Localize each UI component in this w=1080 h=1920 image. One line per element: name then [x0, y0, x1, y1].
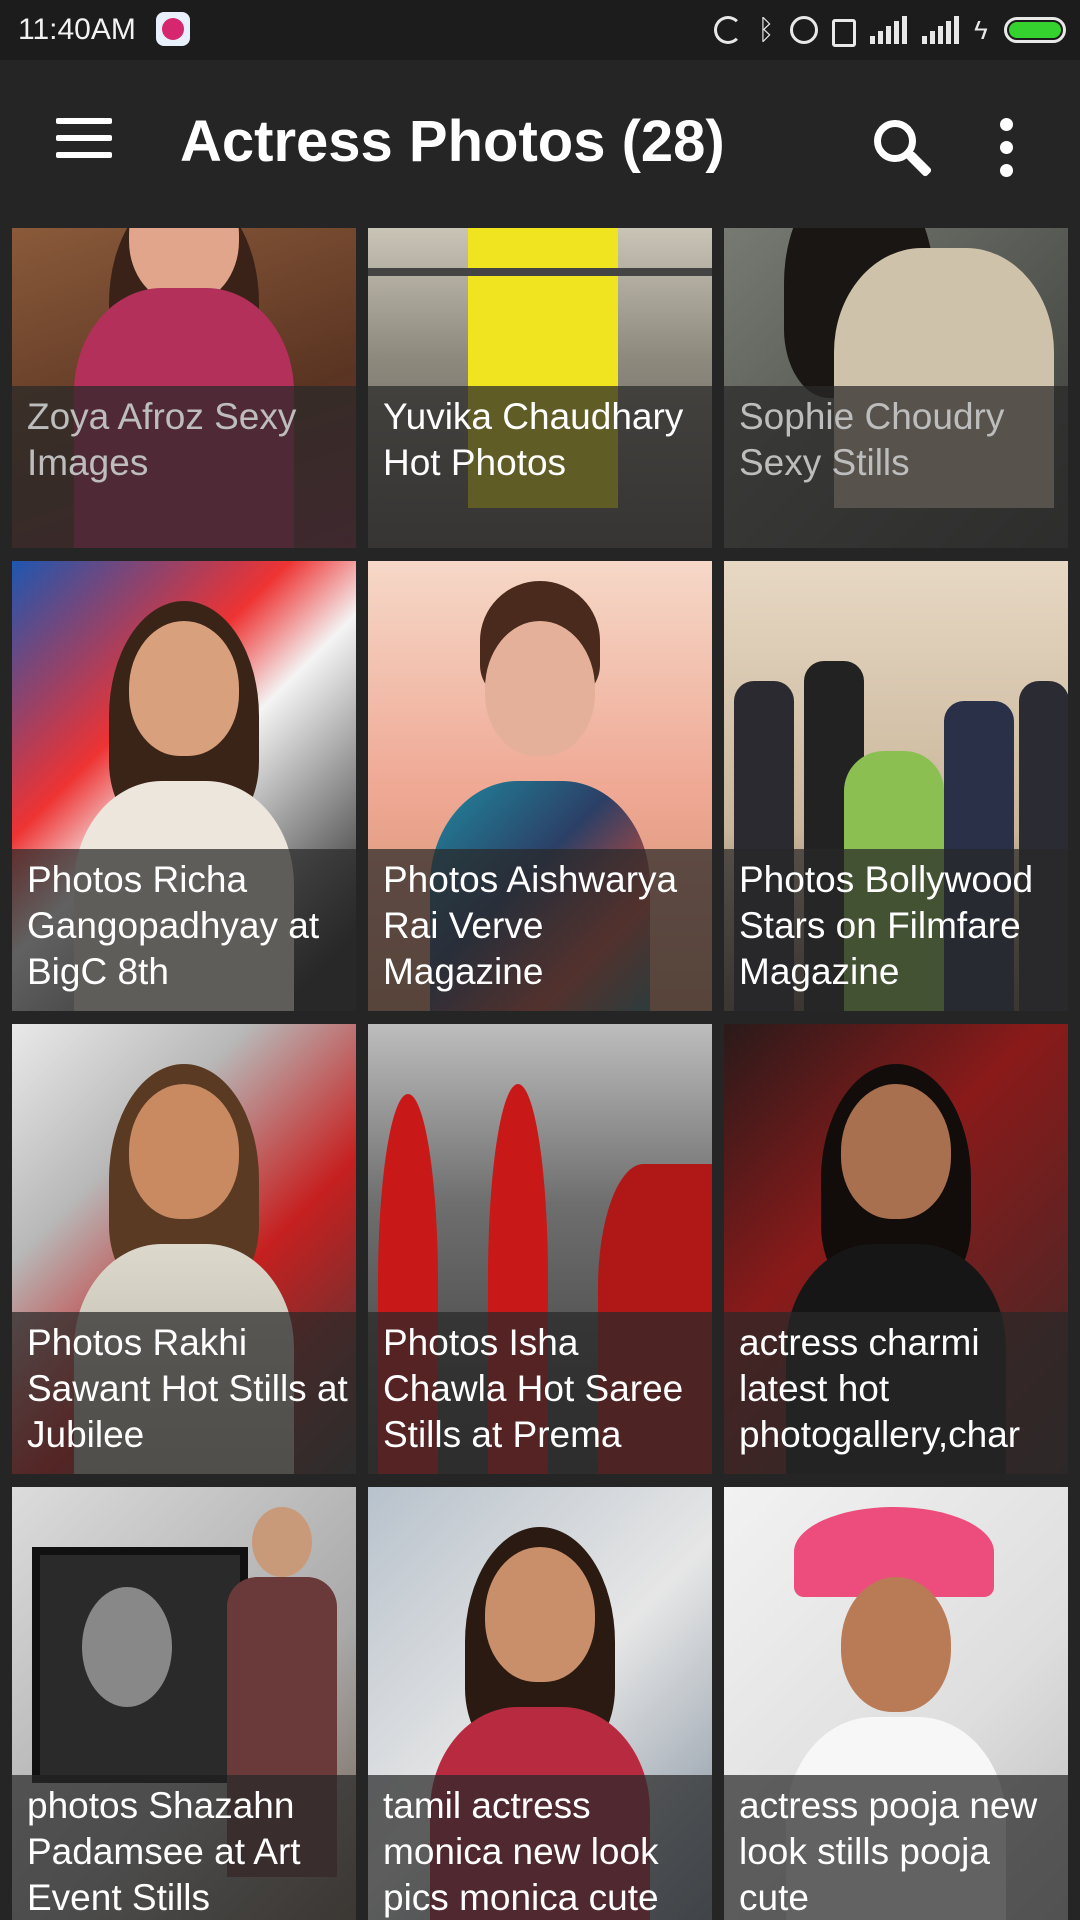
gallery-tile[interactable]: actress charmi latest hot photogallery,c…: [724, 1024, 1068, 1474]
gallery-tile[interactable]: Sophie Choudry Sexy Stills: [724, 228, 1068, 548]
tile-caption: Photos Bollywood Stars on Filmfare Magaz…: [724, 849, 1068, 1011]
tile-caption: Photos Aishwarya Rai Verve Magazine: [368, 849, 712, 1011]
tile-caption-text: Photos Isha Chawla Hot Saree Stills at P…: [383, 1322, 684, 1455]
tile-caption: photos Shazahn Padamsee at Art Event Sti…: [12, 1775, 356, 1920]
tile-caption: Photos Isha Chawla Hot Saree Stills at P…: [368, 1312, 712, 1474]
tile-caption: Yuvika Chaudhary Hot Photos: [368, 386, 712, 548]
tile-caption-text: Zoya Afroz Sexy Images: [27, 396, 297, 483]
gallery-tile[interactable]: Photos Isha Chawla Hot Saree Stills at P…: [368, 1024, 712, 1474]
tile-caption-text: photos Shazahn Padamsee at Art Event Sti…: [27, 1785, 301, 1918]
bluetooth-icon: ᛒ: [757, 14, 775, 45]
tile-caption: Zoya Afroz Sexy Images: [12, 386, 356, 548]
tile-caption-text: tamil actress monica new look pics monic…: [383, 1785, 659, 1918]
tile-caption: actress pooja new look stills pooja cute: [724, 1775, 1068, 1920]
app-notification-icon: [156, 12, 190, 46]
tile-caption-text: actress pooja new look stills pooja cute: [739, 1785, 1038, 1918]
tile-caption: actress charmi latest hot photogallery,c…: [724, 1312, 1068, 1474]
photo-grid: Zoya Afroz Sexy Images Yuvika Chaudhary …: [12, 228, 1068, 1920]
tile-caption-text: Photos Bollywood Stars on Filmfare Magaz…: [739, 859, 1034, 992]
hamburger-menu-icon[interactable]: [40, 110, 112, 170]
lock-icon: [832, 19, 856, 47]
tile-caption-text: Photos Richa Gangopadhyay at BigC 8th: [27, 859, 320, 992]
gallery-tile[interactable]: photos Shazahn Padamsee at Art Event Sti…: [12, 1487, 356, 1920]
tile-caption: Sophie Choudry Sexy Stills: [724, 386, 1068, 548]
gallery-tile[interactable]: Photos Rakhi Sawant Hot Stills at Jubile…: [12, 1024, 356, 1474]
signal-icon: [870, 16, 908, 44]
signal-icon: [922, 16, 960, 44]
gallery-tile[interactable]: Zoya Afroz Sexy Images: [12, 228, 356, 548]
alarm-icon: [790, 16, 818, 44]
tile-caption: tamil actress monica new look pics monic…: [368, 1775, 712, 1920]
status-time: 11:40AM: [18, 13, 136, 46]
tile-caption-text: Photos Aishwarya Rai Verve Magazine: [383, 859, 678, 992]
charging-icon: ϟ: [974, 15, 988, 45]
tile-caption-text: Yuvika Chaudhary Hot Photos: [383, 396, 684, 483]
gallery-tile[interactable]: actress pooja new look stills pooja cute: [724, 1487, 1068, 1920]
gallery-tile[interactable]: Photos Aishwarya Rai Verve Magazine: [368, 561, 712, 1011]
status-icons: ᛒ ϟ: [714, 12, 1066, 48]
tile-caption-text: Photos Rakhi Sawant Hot Stills at Jubile…: [27, 1322, 348, 1455]
gallery-tile[interactable]: Photos Richa Gangopadhyay at BigC 8th: [12, 561, 356, 1011]
gallery-tile[interactable]: tamil actress monica new look pics monic…: [368, 1487, 712, 1920]
tile-caption: Photos Richa Gangopadhyay at BigC 8th: [12, 849, 356, 1011]
sync-icon: [714, 16, 742, 44]
gallery-tile[interactable]: Photos Bollywood Stars on Filmfare Magaz…: [724, 561, 1068, 1011]
tile-caption: Photos Rakhi Sawant Hot Stills at Jubile…: [12, 1312, 356, 1474]
page-title: Actress Photos (28): [180, 109, 725, 174]
status-bar: 11:40AM ᛒ ϟ: [0, 0, 1080, 60]
tile-caption-text: actress charmi latest hot photogallery,c…: [739, 1322, 1021, 1455]
tile-caption-text: Sophie Choudry Sexy Stills: [739, 396, 1005, 483]
battery-icon: [1004, 17, 1066, 43]
gallery-tile[interactable]: Yuvika Chaudhary Hot Photos: [368, 228, 712, 548]
more-vert-icon[interactable]: [986, 116, 1026, 180]
app-bar: Actress Photos (28): [0, 60, 1080, 228]
search-icon[interactable]: [860, 112, 933, 184]
